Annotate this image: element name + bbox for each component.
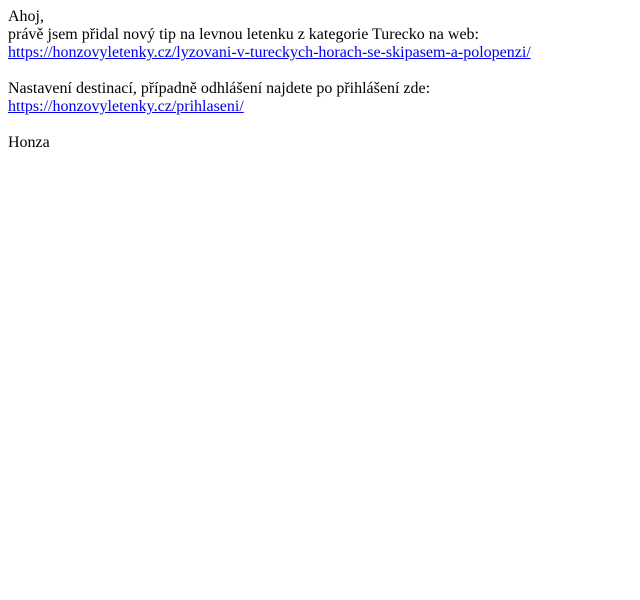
login-link[interactable]: https://honzovyletenky.cz/prihlaseni/ xyxy=(8,98,244,115)
login-link-line: https://honzovyletenky.cz/prihlaseni/ xyxy=(8,98,632,116)
tip-link-line: https://honzovyletenky.cz/lyzovani-v-tur… xyxy=(8,44,632,62)
settings-text: Nastavení destinací, případně odhlášení … xyxy=(8,80,431,97)
email-body: Ahoj, právě jsem přidal nový tip na levn… xyxy=(8,8,632,152)
intro-text: právě jsem přidal nový tip na levnou let… xyxy=(8,26,479,43)
signature-text: Honza xyxy=(8,134,50,151)
greeting-text: Ahoj, xyxy=(8,8,44,25)
tip-link[interactable]: https://honzovyletenky.cz/lyzovani-v-tur… xyxy=(8,44,531,61)
